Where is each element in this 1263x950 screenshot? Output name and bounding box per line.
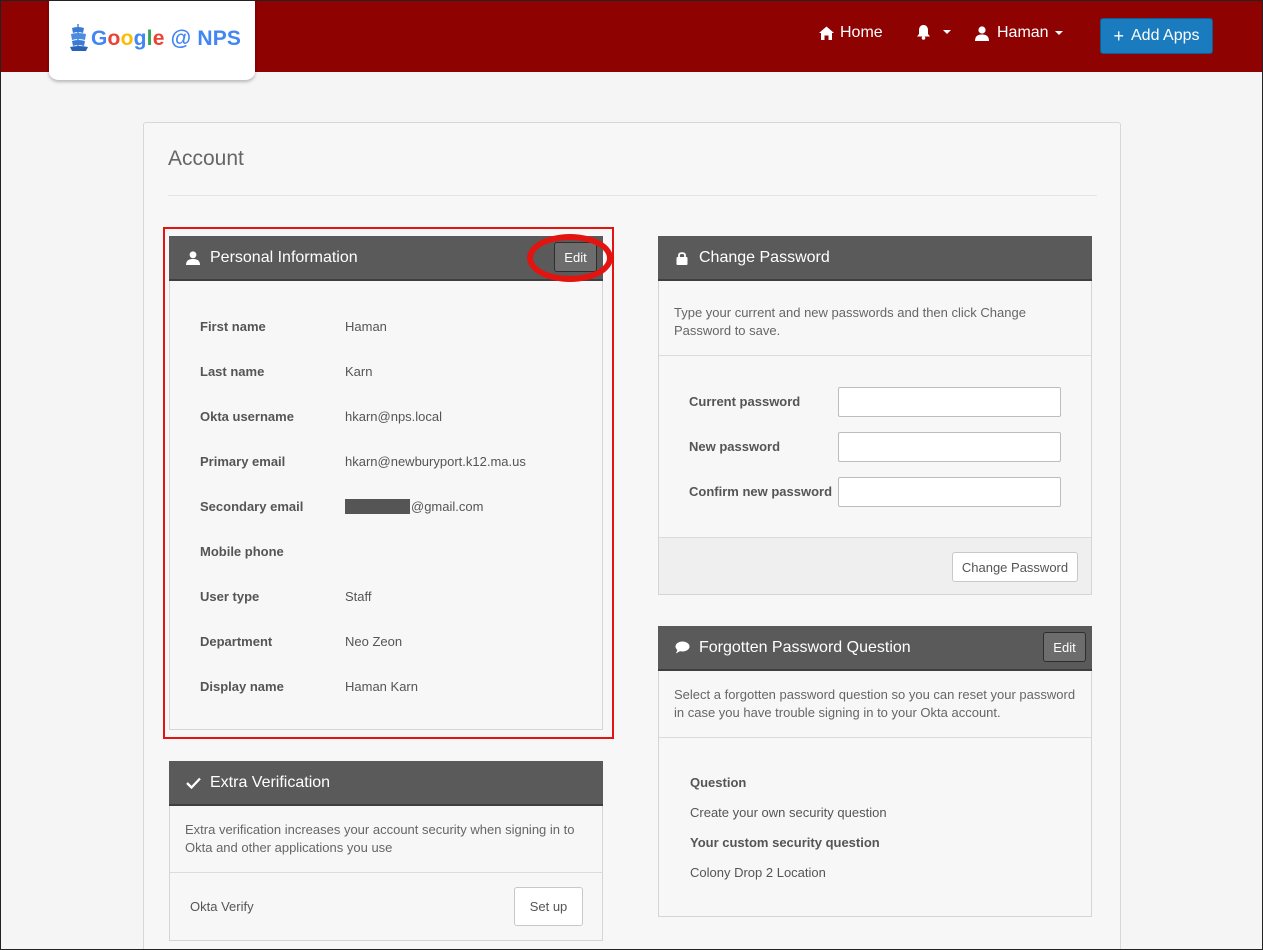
custom-question-label: Your custom security question [690, 835, 880, 850]
chevron-down-icon [943, 30, 951, 34]
panel-title: Change Password [699, 248, 830, 266]
user-name: Haman [997, 24, 1049, 41]
google-letter: o [120, 27, 134, 50]
setup-okta-verify-button[interactable]: Set up [514, 887, 583, 926]
logo-text: Google @ NPS [91, 27, 241, 51]
panel-title: Forgotten Password Question [699, 638, 911, 656]
new-password-label: New password [689, 439, 781, 454]
chevron-down-icon [1054, 31, 1063, 35]
panel-header: Forgotten Password Question Edit [658, 626, 1092, 671]
confirm-password-input[interactable] [838, 477, 1061, 507]
edit-forgotten-question-button[interactable]: Edit [1043, 632, 1086, 662]
question-value: Create your own security question [690, 805, 887, 820]
divider [659, 737, 1091, 738]
change-password-footer: Change Password [659, 537, 1091, 594]
top-navigation-bar: Google @ NPS Home Haman + Add Apps [0, 0, 1263, 80]
google-letter: e [152, 27, 165, 50]
divider [170, 872, 602, 873]
home-link[interactable]: Home [819, 24, 883, 42]
user-menu[interactable]: Haman [975, 24, 1063, 42]
user-icon [975, 25, 989, 41]
google-letter: g [133, 27, 147, 50]
extra-verification-description: Extra verification increases your accoun… [185, 822, 575, 855]
question-label: Question [690, 775, 747, 790]
google-letter: G [91, 27, 108, 50]
divider [168, 195, 1097, 196]
notifications-menu[interactable] [916, 24, 951, 40]
current-password-label: Current password [689, 394, 801, 409]
add-apps-label: Add Apps [1131, 27, 1200, 44]
panel-header: Change Password [658, 236, 1092, 281]
page-title: Account [168, 147, 244, 170]
ship-logo-icon [70, 24, 88, 51]
okta-verify-label: Okta Verify [190, 899, 254, 914]
checkmark-icon [185, 775, 201, 791]
highlight-rectangle [163, 227, 614, 739]
home-icon [819, 26, 834, 40]
add-apps-button[interactable]: + Add Apps [1100, 18, 1213, 54]
nps-wordmark: @ NPS [170, 27, 242, 50]
google-letter: o [107, 27, 121, 50]
plus-icon: + [1113, 26, 1124, 46]
custom-question-value: Colony Drop 2 Location [690, 865, 826, 880]
new-password-input[interactable] [838, 432, 1061, 462]
panel-title: Extra Verification [210, 773, 331, 791]
lock-icon [674, 250, 690, 266]
divider [659, 355, 1091, 356]
logo[interactable]: Google @ NPS [49, 0, 255, 80]
forgotten-password-panel: Forgotten Password Question Edit Select … [658, 626, 1092, 917]
highlight-circle [527, 234, 613, 282]
forgotten-question-description: Select a forgotten password question so … [674, 687, 1076, 720]
change-password-description: Type your current and new passwords and … [674, 305, 1026, 338]
speech-bubble-icon [674, 640, 690, 656]
bell-icon [917, 25, 930, 40]
confirm-password-label: Confirm new password [689, 484, 833, 499]
extra-verification-panel: Extra Verification Extra verification in… [169, 761, 603, 941]
google-wordmark: Google [91, 27, 165, 50]
home-label: Home [840, 24, 883, 41]
current-password-input[interactable] [838, 387, 1061, 417]
change-password-panel: Change Password Type your current and ne… [658, 236, 1092, 595]
change-password-button[interactable]: Change Password [952, 552, 1078, 582]
panel-header: Extra Verification [169, 761, 603, 806]
